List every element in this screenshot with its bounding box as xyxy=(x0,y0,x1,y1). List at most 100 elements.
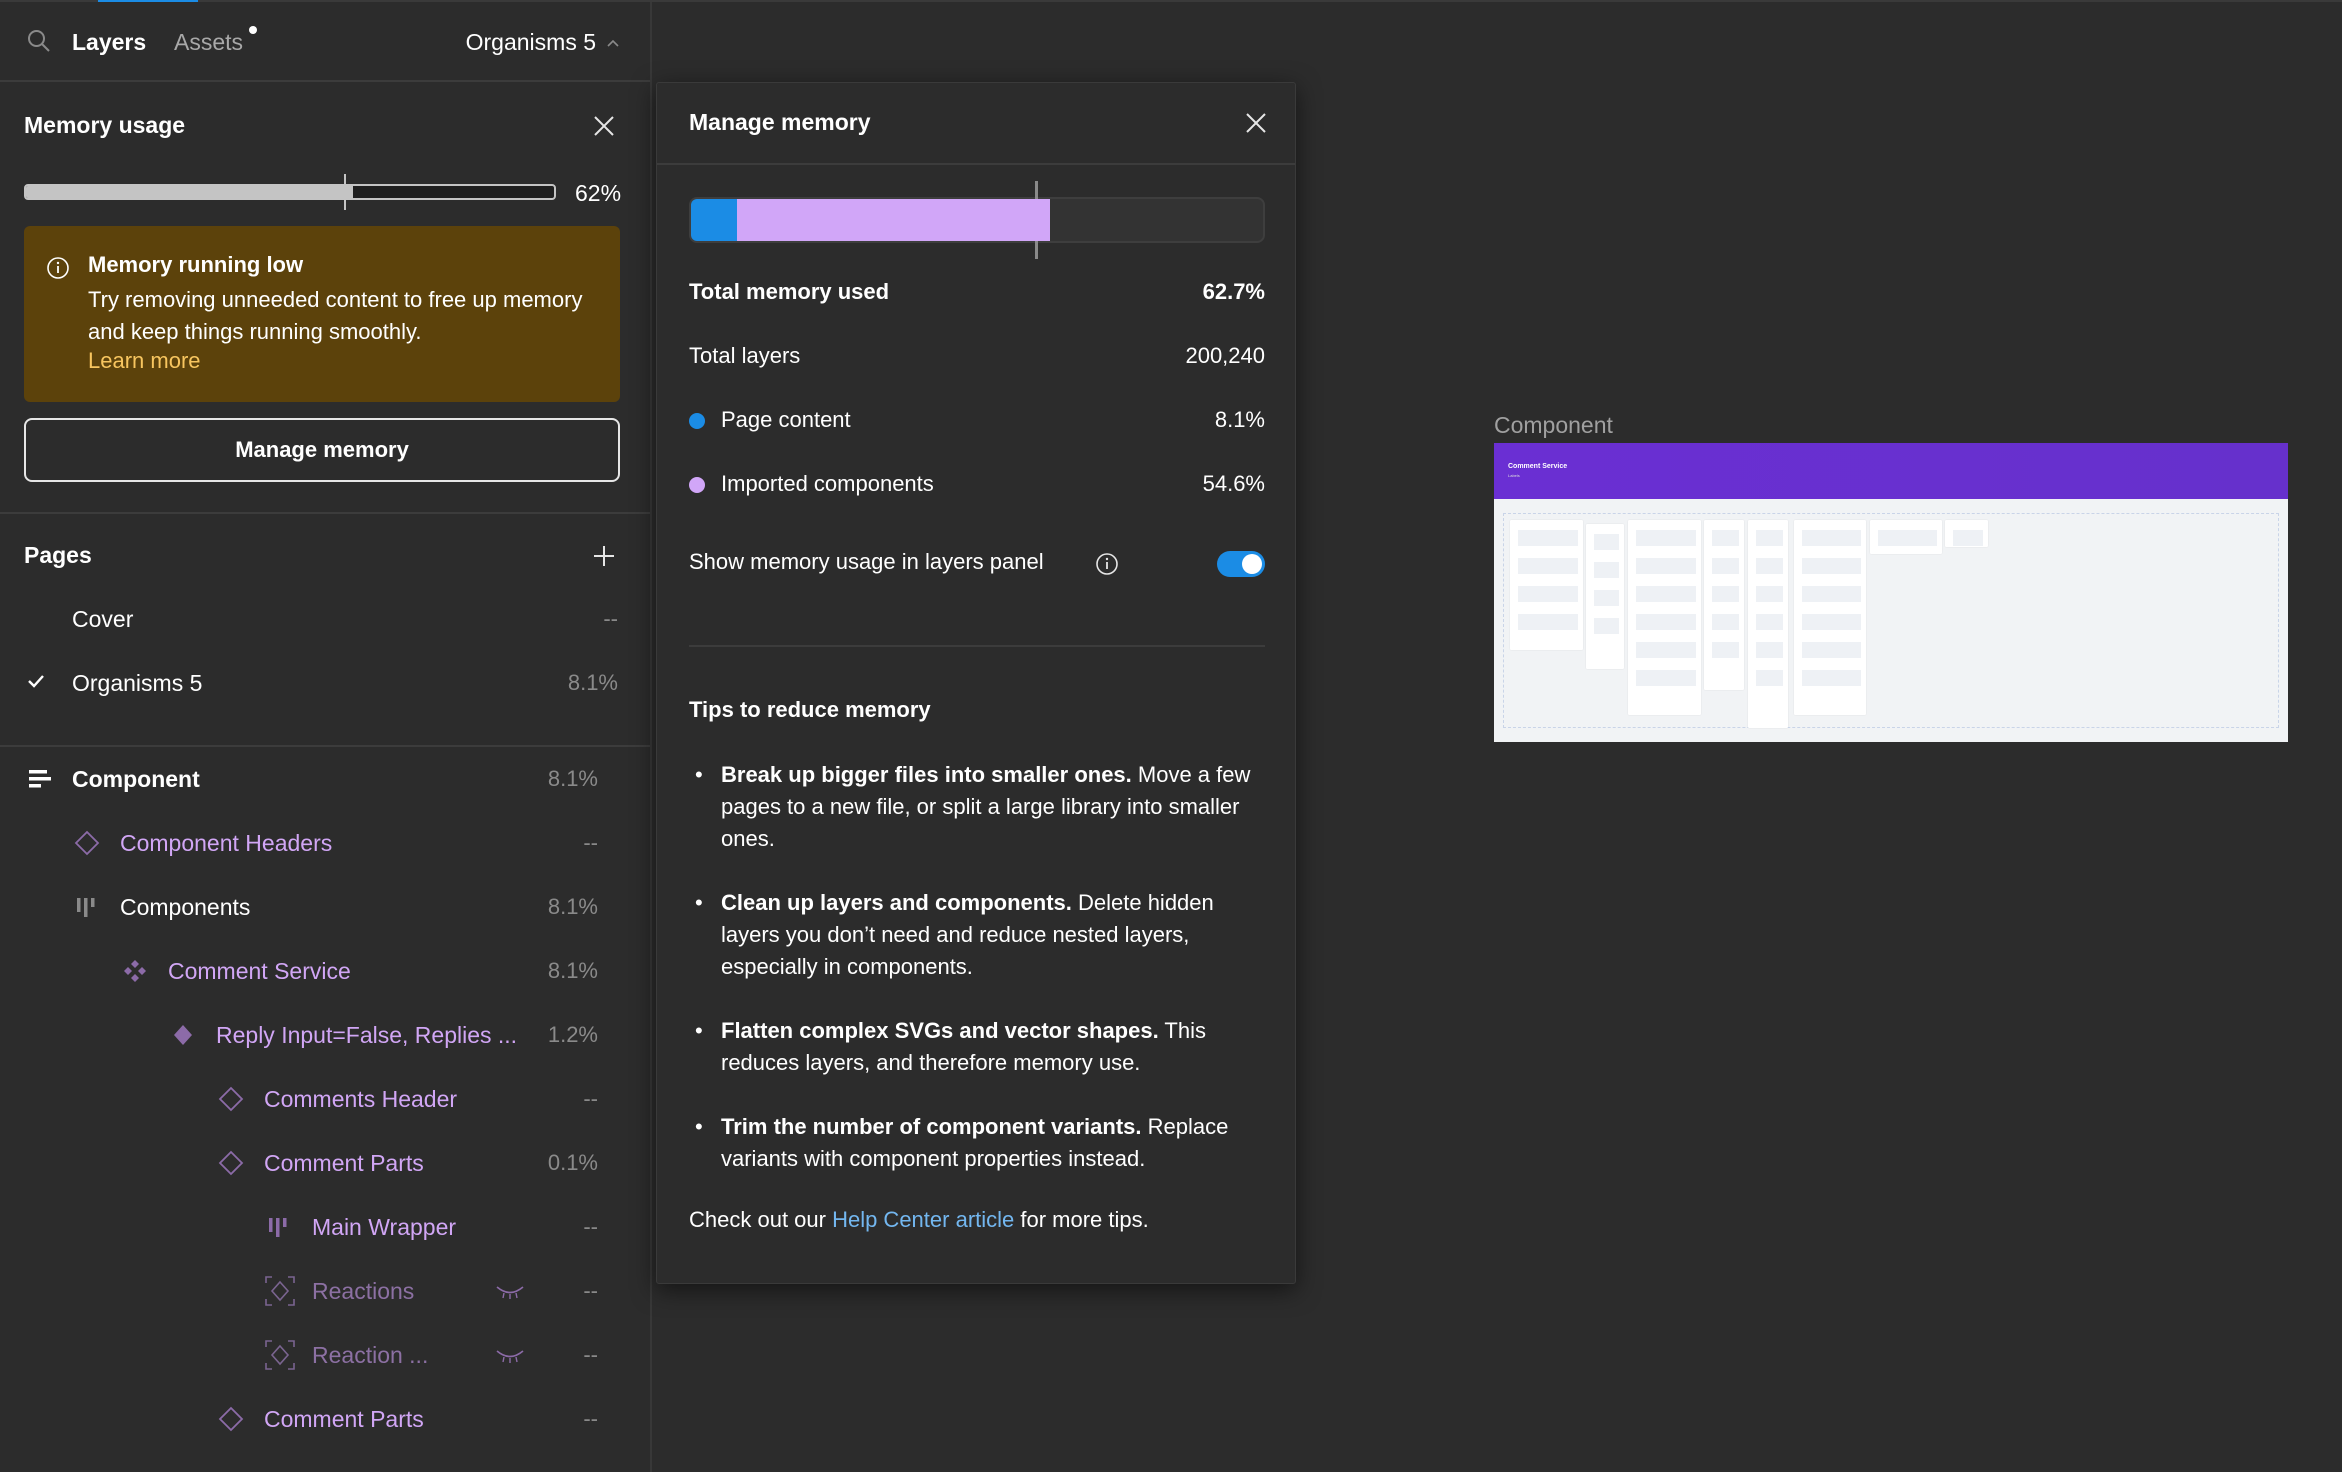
page-content-segment xyxy=(691,199,738,241)
page-content-dot xyxy=(689,413,705,429)
warning-text: Try removing unneeded content to free up… xyxy=(88,287,583,344)
layer-memory: -- xyxy=(583,1406,598,1431)
eye-closed-icon[interactable] xyxy=(495,1348,525,1364)
layer-row[interactable]: Comment Parts 0.1% xyxy=(0,1136,650,1192)
show-memory-toggle[interactable] xyxy=(1217,551,1265,577)
page-memory: 8.1% xyxy=(567,670,618,695)
page-selector[interactable]: Organisms 5 xyxy=(466,29,620,56)
layer-row[interactable]: Components 8.1% xyxy=(0,880,650,936)
stat-value: 8.1% xyxy=(1214,407,1265,432)
comment-bubble-preview xyxy=(1636,558,1696,574)
comment-bubble-preview xyxy=(1756,530,1783,546)
tab-assets[interactable]: Assets xyxy=(174,29,243,56)
layer-memory: 0.1% xyxy=(547,1150,598,1175)
layer-row[interactable]: Reactions -- xyxy=(0,1264,650,1320)
imported-components-segment xyxy=(737,199,1050,241)
comment-bubble-preview xyxy=(1594,534,1619,550)
close-icon[interactable] xyxy=(1244,111,1268,135)
comment-bubble-preview xyxy=(1756,670,1783,686)
help-center-link[interactable]: Help Center article xyxy=(832,1207,1014,1232)
layer-memory: 8.1% xyxy=(547,894,598,919)
page-memory: -- xyxy=(603,606,618,631)
tab-layers[interactable]: Layers xyxy=(72,29,146,56)
comment-bubble-preview xyxy=(1756,614,1783,630)
tip-heading: Flatten complex SVGs and vector shapes. xyxy=(721,1018,1159,1043)
memory-usage-bar xyxy=(24,184,556,200)
manage-memory-button[interactable]: Manage memory xyxy=(24,418,620,482)
comment-bubble-preview xyxy=(1518,558,1578,574)
layer-name: Comment Parts xyxy=(264,1150,424,1176)
stat-label: Total layers xyxy=(689,343,801,368)
help-prefix: Check out our xyxy=(689,1207,833,1232)
info-icon xyxy=(47,257,69,279)
frame-label[interactable]: Component xyxy=(1494,412,1613,439)
layer-name: Component Headers xyxy=(120,830,333,856)
component-frame[interactable]: Comment Service Labels xyxy=(1494,443,2288,742)
main-component-icon xyxy=(174,1025,192,1045)
comment-card-preview xyxy=(1704,520,1744,690)
layer-memory: 8.1% xyxy=(547,766,598,791)
stat-imported-components: Imported components 54.6% xyxy=(689,471,1265,505)
comment-bubble-preview xyxy=(1756,558,1783,574)
layer-row[interactable]: Reaction ... -- xyxy=(0,1328,650,1384)
layer-name: Comments Header xyxy=(264,1086,458,1112)
memory-usage-percent: 62% xyxy=(575,180,622,206)
layer-memory: 8.1% xyxy=(547,958,598,983)
layer-name: Main Wrapper xyxy=(312,1214,457,1240)
divider xyxy=(0,745,650,747)
layer-name: Comment Service xyxy=(168,958,351,984)
stat-total-layers: Total layers 200,240 xyxy=(689,343,1265,377)
component-instance-icon xyxy=(218,1150,244,1176)
stat-label: Imported components xyxy=(721,471,934,496)
comment-bubble-preview xyxy=(1636,614,1696,630)
eye-closed-icon[interactable] xyxy=(495,1284,525,1300)
help-center-line: Check out our Help Center article for mo… xyxy=(689,1207,1149,1233)
layer-name: Comment Parts xyxy=(264,1406,424,1432)
comment-bubble-preview xyxy=(1518,586,1578,602)
stat-label: Page content xyxy=(721,407,851,432)
frame-subtitle: Labels xyxy=(1508,473,1520,478)
layer-name: Reply Input=False, Replies ... xyxy=(216,1022,518,1048)
comment-cards-area xyxy=(1503,513,2279,728)
comment-bubble-preview xyxy=(1953,530,1983,546)
comment-bubble-preview xyxy=(1636,586,1696,602)
layer-name: Components xyxy=(120,894,251,920)
component-instance-icon xyxy=(218,1406,244,1432)
comment-bubble-preview xyxy=(1756,642,1783,658)
comment-bubble-preview xyxy=(1712,530,1739,546)
layer-row[interactable]: Comment Service 8.1% xyxy=(0,944,650,1000)
comment-card-preview xyxy=(1794,520,1866,715)
manage-memory-dialog: Manage memory Total memory used 62.7% To… xyxy=(656,82,1296,1284)
component-instance-icon xyxy=(74,830,100,856)
add-page-icon[interactable] xyxy=(592,544,616,568)
divider xyxy=(0,512,650,514)
layer-row[interactable]: Reply Input=False, Replies ... 1.2% xyxy=(0,1008,650,1064)
stat-value: 54.6% xyxy=(1202,471,1265,496)
memory-usage-title: Memory usage xyxy=(24,112,186,138)
divider xyxy=(689,645,1265,647)
stat-value: 200,240 xyxy=(1185,343,1265,368)
stat-total-memory: Total memory used 62.7% xyxy=(689,279,1265,313)
current-page-label: Organisms 5 xyxy=(465,29,596,55)
tip-item: Trim the number of component variants. R… xyxy=(695,1111,1261,1175)
comment-bubble-preview xyxy=(1802,670,1861,686)
info-icon[interactable] xyxy=(1095,552,1119,576)
layer-row[interactable]: Comments Header -- xyxy=(0,1072,650,1128)
layer-row[interactable]: Component 8.1% xyxy=(0,752,650,808)
layer-row[interactable]: Component Headers -- xyxy=(0,816,650,872)
page-item-organisms-5[interactable]: Organisms 5 8.1% xyxy=(0,656,650,712)
page-item-cover[interactable]: Cover -- xyxy=(0,592,650,648)
layer-row[interactable]: Comment Parts -- xyxy=(0,1392,650,1448)
help-suffix: for more tips. xyxy=(1014,1207,1149,1232)
tip-heading: Trim the number of component variants. xyxy=(721,1114,1142,1139)
memory-threshold-marker xyxy=(344,174,346,210)
tip-heading: Clean up layers and components. xyxy=(721,890,1072,915)
layer-row[interactable]: Main Wrapper -- xyxy=(0,1200,650,1256)
frame-title: Comment Service xyxy=(1508,463,1568,470)
comment-bubble-preview xyxy=(1594,590,1619,606)
chevron-up-icon xyxy=(607,39,619,47)
close-icon[interactable] xyxy=(592,114,616,138)
learn-more-link[interactable]: Learn more xyxy=(88,348,201,374)
layer-memory: -- xyxy=(583,1086,598,1111)
search-icon[interactable] xyxy=(26,28,52,54)
